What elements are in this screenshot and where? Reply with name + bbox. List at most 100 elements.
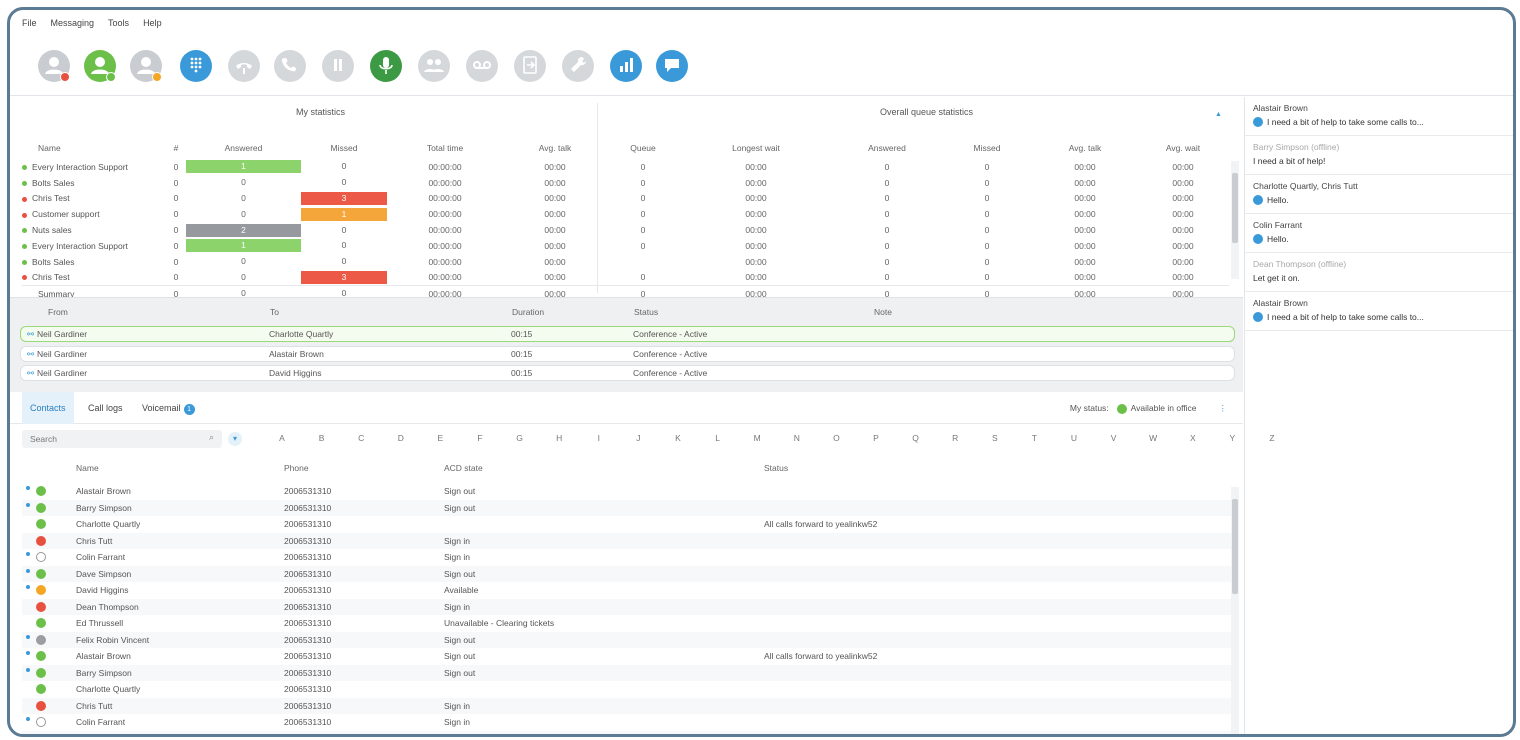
overall-avg-wait: 00:00 <box>1172 193 1194 204</box>
alpha-filter-c[interactable]: C <box>355 433 367 443</box>
menu-messaging[interactable]: Messaging <box>51 18 95 28</box>
stats-row[interactable]: Every Interaction Support 0 1 0 00:00:00 00:0… <box>22 159 1229 175</box>
alpha-filter-f[interactable]: F <box>474 433 486 443</box>
alpha-filter-g[interactable]: G <box>514 433 526 443</box>
user-online-button[interactable] <box>84 50 116 82</box>
contact-row[interactable]: Dave Simpson 2006531310 Sign out <box>22 565 1232 582</box>
hangup-button[interactable] <box>228 50 260 82</box>
call-from: Neil Gardiner <box>37 329 88 339</box>
call-to: David Higgins <box>269 368 322 378</box>
contact-row[interactable]: Dave Simpson 2006531310 Sign out <box>22 730 1232 734</box>
stats-scroll-thumb[interactable] <box>1232 173 1238 243</box>
alpha-filter-e[interactable]: E <box>434 433 446 443</box>
settings-wrench-button[interactable] <box>562 50 594 82</box>
active-call-row[interactable]: ⚯ Neil Gardiner David Higgins 00:15 Conferen… <box>20 365 1235 381</box>
contact-phone: 2006531310 <box>284 634 332 645</box>
alpha-filter-d[interactable]: D <box>395 433 407 443</box>
answered-value: 2 <box>186 223 301 237</box>
alpha-filter-l[interactable]: L <box>712 433 724 443</box>
user-offline-button[interactable] <box>38 50 70 82</box>
stats-row[interactable]: Bolts Sales 0 0 0 00:00:00 00:00 00:00 0 0 00:00 0… <box>22 254 1229 270</box>
chat-conversation[interactable]: Alastair Brown I need a bit of help to ta… <box>1245 97 1513 136</box>
chat-conversation[interactable]: Charlotte Quartly, Chris Tutt Hello. <box>1245 175 1513 214</box>
overall-avg-talk: 00:00 <box>1074 193 1096 204</box>
transfer-button[interactable] <box>514 50 546 82</box>
contact-row[interactable]: Chris Tutt 2006531310 Sign in <box>22 532 1232 549</box>
alpha-filter-h[interactable]: H <box>553 433 565 443</box>
contact-row[interactable]: Alastair Brown 2006531310 Sign out All call… <box>22 648 1232 665</box>
alpha-filter-p[interactable]: P <box>870 433 882 443</box>
alpha-filter-y[interactable]: Y <box>1226 433 1238 443</box>
tab-call-logs[interactable]: Call logs <box>80 392 131 424</box>
stats-row[interactable]: Chris Test 0 0 3 00:00:00 00:00 0 00:00 0 0 00:00 0… <box>22 191 1229 207</box>
contact-row[interactable]: Charlotte Quartly 2006531310 <box>22 681 1232 698</box>
contact-row[interactable]: Barry Simpson 2006531310 Sign out <box>22 664 1232 681</box>
stats-row[interactable]: Every Interaction Support 0 1 0 00:00:00 00:0… <box>22 238 1229 254</box>
contact-name: Colin Farrant <box>76 552 126 562</box>
collapse-up-icon[interactable]: ▲ <box>1215 111 1222 118</box>
chat-conversation[interactable]: Alastair Brown I need a bit of help to ta… <box>1245 292 1513 331</box>
contact-row[interactable]: Barry Simpson 2006531310 Sign out <box>22 499 1232 516</box>
contact-status: All calls forward to yealinkw52 <box>764 519 878 529</box>
alpha-filter-a[interactable]: A <box>276 433 288 443</box>
active-call-row[interactable]: ⚯ Neil Gardiner Charlotte Quartly 00:15 Conf… <box>20 326 1235 342</box>
alpha-filter-w[interactable]: W <box>1147 433 1159 443</box>
alpha-filter-x[interactable]: X <box>1187 433 1199 443</box>
voicemail-button[interactable] <box>466 50 498 82</box>
call-status: Conference - Active <box>633 348 708 359</box>
contact-row[interactable]: Felix Robin Vincent 2006531310 Sign out <box>22 631 1232 648</box>
alpha-filter-s[interactable]: S <box>989 433 1001 443</box>
alpha-filter-r[interactable]: R <box>949 433 961 443</box>
search-icon[interactable]: ⌕ <box>209 432 214 443</box>
alpha-filter-j[interactable]: J <box>632 433 644 443</box>
statistics-button[interactable] <box>610 50 642 82</box>
dialpad-button[interactable] <box>180 50 212 82</box>
menu-tools[interactable]: Tools <box>108 18 129 28</box>
chat-conversation[interactable]: Dean Thompson (offline) Let get it on. <box>1245 253 1513 292</box>
overall-avg-wait: 00:00 <box>1172 209 1194 220</box>
menu-help[interactable]: Help <box>143 18 162 28</box>
search-filter-dropdown-icon[interactable]: ▾ <box>228 432 242 446</box>
status-dropdown-icon[interactable]: ⋮ <box>1219 403 1228 413</box>
chat-conversation[interactable]: Colin Farrant Hello. <box>1245 214 1513 253</box>
tab-voicemail[interactable]: Voicemail 1 <box>134 392 203 424</box>
chat-button[interactable] <box>656 50 688 82</box>
tab-contacts[interactable]: Contacts <box>22 392 74 424</box>
menu-file[interactable]: File <box>22 18 37 28</box>
stats-row[interactable]: Customer support 0 0 1 00:00:00 00:00 0 00:00 0 0… <box>22 206 1229 222</box>
contact-row[interactable]: Colin Farrant 2006531310 Sign in <box>22 549 1232 566</box>
contact-row[interactable]: David Higgins 2006531310 Available <box>22 582 1232 599</box>
stats-row[interactable]: Bolts Sales 0 0 0 00:00:00 00:00 0 00:00 0 0 00:00… <box>22 175 1229 191</box>
alpha-filter-u[interactable]: U <box>1068 433 1080 443</box>
pause-button[interactable] <box>322 50 354 82</box>
stats-row[interactable]: Chris Test 0 0 3 00:00:00 00:00 0 00:00 0 0 00:00 0… <box>22 270 1229 286</box>
stats-scrollbar[interactable] <box>1231 161 1239 279</box>
active-call-row[interactable]: ⚯ Neil Gardiner Alastair Brown 00:15 Confere… <box>20 345 1235 362</box>
contact-row[interactable]: Dean Thompson 2006531310 Sign in <box>22 598 1232 615</box>
alpha-filter-m[interactable]: M <box>751 433 763 443</box>
chat-conversation[interactable]: Barry Simpson (offline) I need a bit of h… <box>1245 136 1513 175</box>
contacts-scrollbar[interactable] <box>1231 487 1239 734</box>
user-away-button[interactable] <box>130 50 162 82</box>
stats-row[interactable]: Nuts sales 0 2 0 00:00:00 00:00 0 00:00 0 0 00:00 0… <box>22 222 1229 238</box>
my-status[interactable]: My status: Available in office ⋮ <box>1070 392 1227 424</box>
alpha-filter-b[interactable]: B <box>316 433 328 443</box>
alpha-filter-k[interactable]: K <box>672 433 684 443</box>
contact-row[interactable]: Alastair Brown 2006531310 Sign out <box>22 483 1232 500</box>
phone-button[interactable] <box>274 50 306 82</box>
alpha-filter-t[interactable]: T <box>1028 433 1040 443</box>
contact-row[interactable]: Charlotte Quartly 2006531310 All calls for… <box>22 516 1232 533</box>
alpha-filter-n[interactable]: N <box>791 433 803 443</box>
contact-name: Felix Robin Vincent <box>76 634 150 645</box>
alpha-filter-i[interactable]: I <box>593 433 605 443</box>
alpha-filter-q[interactable]: Q <box>910 433 922 443</box>
search-input[interactable]: Search <box>22 430 222 448</box>
conference-button[interactable] <box>418 50 450 82</box>
contact-row[interactable]: Chris Tutt 2006531310 Sign in <box>22 697 1232 714</box>
mic-button[interactable] <box>370 50 402 82</box>
alpha-filter-v[interactable]: V <box>1108 433 1120 443</box>
contact-row[interactable]: Colin Farrant 2006531310 Sign in <box>22 714 1232 731</box>
alpha-filter-o[interactable]: O <box>830 433 842 443</box>
contact-row[interactable]: Ed Thrussell 2006531310 Unavailable - Clea… <box>22 615 1232 632</box>
contacts-scroll-thumb[interactable] <box>1232 499 1238 594</box>
